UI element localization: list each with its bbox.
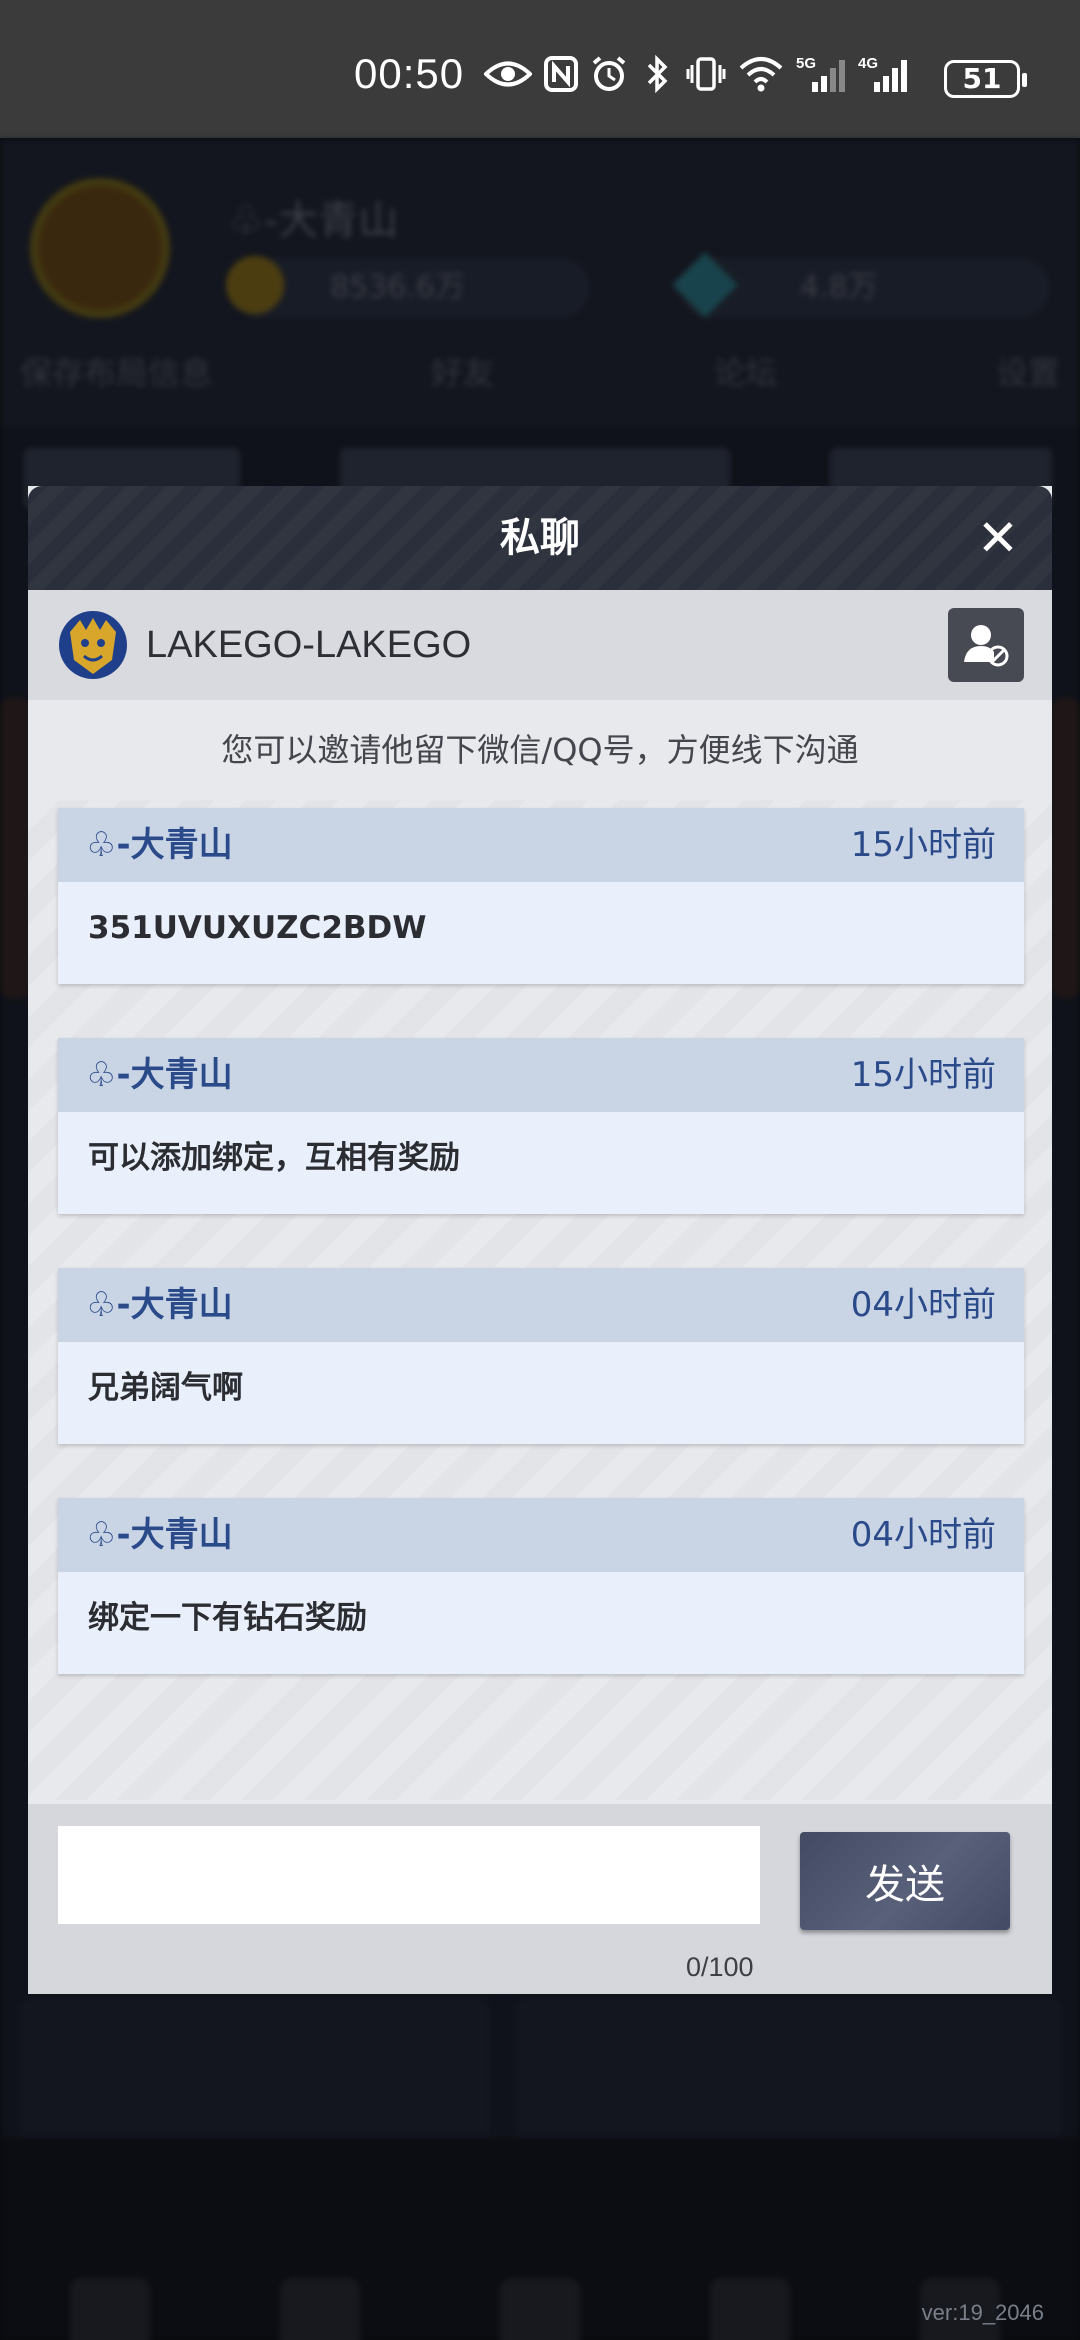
message-card: ♧-大青山 04小时前 绑定一下有钻石奖励 <box>58 1498 1024 1674</box>
alarm-icon <box>590 52 628 96</box>
nfc-icon <box>544 52 578 96</box>
status-time: 00:50 <box>354 50 465 97</box>
message-time: 04小时前 <box>850 1515 996 1555</box>
bluetooth-icon <box>640 52 674 96</box>
message-input-bar: 发送 0/100 <box>28 1804 1052 1994</box>
status-icons: 5G 4G <box>484 52 908 96</box>
message-sender: ♧-大青山 <box>86 1285 233 1325</box>
message-card: ♧-大青山 15小时前 可以添加绑定，互相有奖励 <box>58 1038 1024 1214</box>
message-header: ♧-大青山 15小时前 <box>58 1038 1024 1112</box>
message-card: ♧-大青山 04小时前 兄弟阔气啊 <box>58 1268 1024 1444</box>
message-text: 可以添加绑定，互相有奖励 <box>88 1140 460 1176</box>
4g-signal-icon: 4G <box>858 52 908 96</box>
eye-icon <box>484 52 532 96</box>
hint-text: 您可以邀请他留下微信/QQ号，方便线下沟通 <box>221 731 859 769</box>
user-avatar <box>59 611 127 679</box>
message-header: ♧-大青山 04小时前 <box>58 1268 1024 1342</box>
message-sender: ♧-大青山 <box>86 825 233 865</box>
dialog-header: 私聊 ✕ <box>28 486 1052 590</box>
5g-signal-icon: 5G <box>796 52 846 96</box>
message-list[interactable]: ♧-大青山 15小时前 351UVUXUZC2BDW ♧-大青山 15小时前 可… <box>28 800 1052 1800</box>
message-card: ♧-大青山 15小时前 351UVUXUZC2BDW <box>58 808 1024 984</box>
status-bar: 00:50 5G 4G 51 <box>0 0 1080 138</box>
message-text: 351UVUXUZC2BDW <box>88 910 427 946</box>
battery-icon: 51 <box>944 60 1027 98</box>
network-5g-label: 5G <box>796 55 816 72</box>
message-text: 绑定一下有钻石奖励 <box>88 1600 367 1636</box>
close-icon[interactable]: ✕ <box>968 508 1028 568</box>
dialog-title: 私聊 <box>500 515 580 561</box>
message-time: 15小时前 <box>850 825 996 865</box>
chat-user-name: LAKEGO-LAKEGO <box>146 624 472 666</box>
message-input[interactable] <box>58 1826 760 1924</box>
wifi-icon <box>738 52 784 96</box>
message-time: 04小时前 <box>850 1285 996 1325</box>
message-header: ♧-大青山 15小时前 <box>58 808 1024 882</box>
message-sender: ♧-大青山 <box>86 1055 233 1095</box>
message-sender: ♧-大青山 <box>86 1515 233 1555</box>
char-counter: 0/100 <box>686 1952 754 1982</box>
private-chat-dialog: 私聊 ✕ LAKEGO-LAKEGO 您可以邀请他留下微信/QQ号，方便线下沟通… <box>28 486 1052 1994</box>
version-label: ver:19_2046 <box>921 2300 1044 2325</box>
block-user-button[interactable] <box>948 608 1024 682</box>
block-user-icon <box>964 625 1009 667</box>
send-button[interactable]: 发送 <box>800 1832 1010 1930</box>
message-header: ♧-大青山 04小时前 <box>58 1498 1024 1572</box>
message-text: 兄弟阔气啊 <box>88 1370 243 1406</box>
network-4g-label: 4G <box>858 55 878 72</box>
message-time: 15小时前 <box>850 1055 996 1095</box>
vibrate-icon <box>686 52 726 96</box>
chat-user-row: LAKEGO-LAKEGO <box>28 590 1052 700</box>
